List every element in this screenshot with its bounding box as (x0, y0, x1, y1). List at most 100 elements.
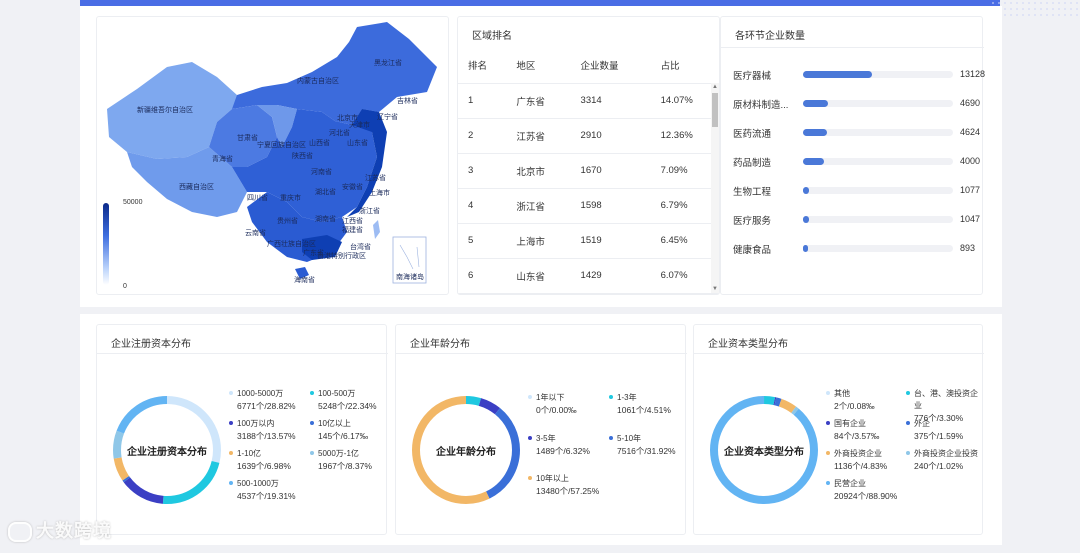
province-label: 香港特别行政区 (317, 251, 366, 260)
legend-label: 台、港、澳投资企业 (914, 389, 978, 410)
legend-item[interactable]: 外商投资企业 1136个/4.83% (826, 448, 887, 472)
cell-rank: 5 (458, 223, 507, 259)
cell-count: 1670 (570, 153, 651, 189)
legend-item[interactable]: 5000万-1亿 1967个/8.37% (310, 448, 372, 472)
legend-value: 13480个/57.25% (536, 486, 600, 496)
legend-label: 10年以上 (536, 474, 569, 483)
legend-label: 其他 (834, 389, 850, 398)
cell-ratio: 6.07% (650, 258, 719, 294)
legend-item[interactable]: 国有企业 84个/3.57‰ (826, 418, 880, 442)
province-label: 台湾省 (350, 242, 371, 251)
legend-value: 6771个/28.82% (237, 401, 296, 411)
chain-bar-row: 生物工程 1077 (733, 184, 983, 198)
chain-bar-label: 医疗服务 (733, 216, 772, 227)
legend-item[interactable]: 1年以下 0个/0.00‰ (528, 392, 577, 416)
province-label: 辽宁省 (377, 112, 398, 121)
age-title: 企业年龄分布 (410, 339, 470, 350)
col-rank: 排名 (458, 47, 507, 84)
map-legend-min: 0 (123, 283, 127, 290)
legend-value: 1489个/6.32% (536, 446, 590, 456)
province-label: 江苏省 (365, 173, 386, 182)
chain-bar-fill (803, 100, 828, 107)
scroll-down-icon[interactable]: ▼ (711, 285, 719, 293)
table-row[interactable]: 1 广东省 3314 14.07% (458, 83, 719, 119)
captype-card: 企业资本类型分布 企业资本类型分布 其他 2个/0.08‰ 台、港、澳投资企业 776… (693, 324, 984, 535)
chain-bar-value: 4624 (960, 127, 981, 137)
legend-dot (906, 451, 910, 455)
capital-divider (97, 353, 388, 354)
province-label: 北京市 (337, 113, 358, 122)
chain-bar-track (803, 216, 953, 223)
legend-dot (826, 391, 830, 395)
legend-value: 1061个/4.51% (617, 405, 671, 415)
capital-donut-center: 企业注册资本分布 (127, 446, 207, 458)
legend-value: 145个/6.17‰ (318, 431, 369, 441)
table-scrollbar[interactable]: ▲ ▼ (711, 83, 719, 293)
ranking-card: 区域排名 排名 地区 企业数量 占比 1 广东省 3314 14.07% 2 江苏省 291… (457, 16, 720, 295)
province-label: 广西壮族自治区 (267, 239, 316, 248)
legend-dot (609, 436, 613, 440)
map-legend-max: 50000 (123, 199, 143, 206)
legend-item[interactable]: 100万以内 3188个/13.57% (229, 418, 296, 442)
legend-item[interactable]: 1-3年 1061个/4.51% (609, 392, 671, 416)
legend-dot (528, 395, 532, 399)
legend-value: 84个/3.57‰ (834, 431, 880, 441)
province-label: 湖南省 (315, 214, 336, 223)
chain-bar-fill (803, 158, 825, 165)
legend-item[interactable]: 外企 375个/1.59% (906, 418, 963, 442)
chain-bar-row: 健康食品 893 (733, 242, 983, 256)
scroll-thumb[interactable] (712, 93, 718, 127)
legend-dot (528, 476, 532, 480)
cell-ratio: 12.36% (650, 118, 719, 154)
legend-item[interactable]: 10亿以上 145个/6.17‰ (310, 418, 369, 442)
legend-item[interactable]: 100-500万 5248个/22.34% (310, 388, 377, 412)
capital-title: 企业注册资本分布 (111, 339, 191, 350)
legend-label: 外商投资企业 (834, 449, 882, 458)
table-row[interactable]: 5 上海市 1519 6.45% (458, 223, 719, 259)
table-row[interactable]: 2 江苏省 2910 12.36% (458, 118, 719, 154)
legend-item[interactable]: 其他 2个/0.08‰ (826, 388, 875, 412)
cell-rank: 3 (458, 153, 507, 189)
chain-bar-row: 医疗器械 13128 (733, 68, 985, 82)
cell-region: 浙江省 (506, 188, 571, 224)
table-header-row: 排名 地区 企业数量 占比 (458, 47, 719, 84)
legend-item[interactable]: 民营企业 20924个/88.90% (826, 478, 897, 502)
legend-label: 外企 (914, 419, 930, 428)
cell-ratio: 7.09% (650, 153, 719, 189)
cell-ratio: 6.45% (650, 223, 719, 259)
legend-item[interactable]: 外商投资企业投资 240个/1.02% (906, 448, 978, 472)
capital-card: 企业注册资本分布 企业注册资本分布 1000-5000万 6771个/28.82%… (96, 324, 388, 535)
cell-ratio: 6.79% (650, 188, 719, 224)
legend-item[interactable]: 10年以上 13480个/57.25% (528, 473, 600, 497)
legend-item[interactable]: 1-10亿 1639个/6.98% (229, 448, 291, 472)
legend-item[interactable]: 1000-5000万 6771个/28.82% (229, 388, 296, 412)
cell-count: 1429 (570, 258, 651, 294)
legend-item[interactable]: 3-5年 1489个/6.32% (528, 433, 590, 457)
watermark-icon (8, 522, 32, 543)
legend-label: 100-500万 (318, 389, 356, 398)
cell-rank: 2 (458, 118, 507, 154)
legend-item[interactable]: 500-1000万 4537个/19.31% (229, 478, 296, 502)
legend-label: 1000-5000万 (237, 389, 284, 398)
province-label: 青海省 (212, 154, 233, 163)
cell-region: 上海市 (506, 223, 571, 259)
province-label: 湖北省 (315, 187, 336, 196)
legend-dot (906, 421, 910, 425)
ranking-table: 排名 地区 企业数量 占比 1 广东省 3314 14.07% 2 江苏省 2910 12.3… (458, 47, 719, 294)
chain-bar-fill (803, 129, 828, 136)
legend-dot (528, 436, 532, 440)
age-divider (396, 353, 687, 354)
legend-item[interactable]: 5-10年 7516个/31.92% (609, 433, 676, 457)
table-row[interactable]: 6 山东省 1429 6.07% (458, 258, 719, 294)
legend-label: 民营企业 (834, 479, 866, 488)
legend-dot (609, 395, 613, 399)
table-row[interactable]: 4 浙江省 1598 6.79% (458, 188, 719, 224)
cell-region: 江苏省 (506, 118, 571, 154)
chain-bar-label: 药品制造 (733, 158, 772, 169)
scroll-up-icon[interactable]: ▲ (711, 83, 719, 91)
legend-value: 5248个/22.34% (318, 401, 377, 411)
legend-value: 3188个/13.57% (237, 431, 296, 441)
capital-donut: 企业注册资本分布 (107, 390, 227, 510)
table-row[interactable]: 3 北京市 1670 7.09% (458, 153, 719, 189)
cell-rank: 1 (458, 83, 507, 119)
